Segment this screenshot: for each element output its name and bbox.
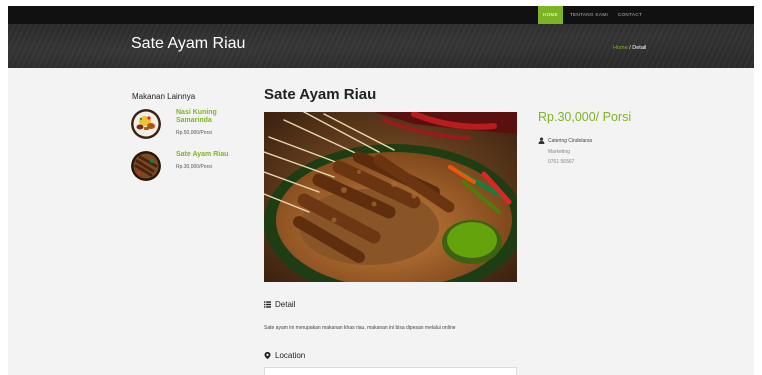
sidebar-item-nasi-kuning[interactable]: Nasi Kuning Samarinda Rp.50,000/Porsi — [131, 109, 251, 143]
sate-ayam-thumbnail[interactable] — [131, 151, 161, 181]
nav-home-link[interactable]: Home — [538, 6, 563, 24]
breadcrumb: Home / Detail — [613, 45, 646, 51]
list-icon — [264, 301, 271, 308]
vendor-phone: 0761 56567 — [548, 159, 575, 165]
page-frame: Home Tentang Kami Contact Sate Ayam Riau… — [8, 6, 754, 375]
sidebar-item-price: Rp.50,000/Porsi — [176, 130, 212, 136]
detail-heading-label: Detail — [275, 300, 296, 309]
top-navbar: Home Tentang Kami Contact — [8, 6, 754, 24]
sidebar-item-name[interactable]: Nasi Kuning Samarinda — [176, 109, 236, 125]
breadcrumb-home-link[interactable]: Home — [613, 45, 628, 51]
vendor-name: Catering Cindelaras — [548, 138, 593, 144]
location-heading-label: Location — [275, 351, 306, 360]
sidebar-item-sate-ayam[interactable]: Sate Ayam Riau Rp.30,000/Porsi — [131, 151, 251, 185]
page-title: Sate Ayam Riau — [131, 35, 246, 52]
location-map[interactable] — [264, 367, 517, 375]
sidebar-title: Makanan Lainnya — [132, 92, 196, 101]
food-title: Sate Ayam Riau — [264, 86, 377, 103]
sidebar-item-name[interactable]: Sate Ayam Riau — [176, 151, 236, 159]
vendor-role: Marketing — [548, 149, 570, 155]
food-description: Sate ayam ini merupakan makanan khas ria… — [264, 325, 456, 331]
nav-tentang-kami-link[interactable]: Tentang Kami — [569, 6, 609, 24]
nasi-kuning-thumbnail[interactable] — [131, 109, 161, 139]
map-marker-icon — [264, 352, 271, 359]
user-icon — [538, 137, 545, 144]
page-header-banner: Sate Ayam Riau Home / Detail — [8, 24, 754, 68]
nav-contact-link[interactable]: Contact — [615, 6, 645, 24]
food-price: Rp.30,000/ Porsi — [538, 110, 632, 124]
breadcrumb-current: Detail — [632, 45, 647, 51]
sidebar-item-price: Rp.30,000/Porsi — [176, 164, 212, 170]
food-image — [264, 112, 517, 282]
